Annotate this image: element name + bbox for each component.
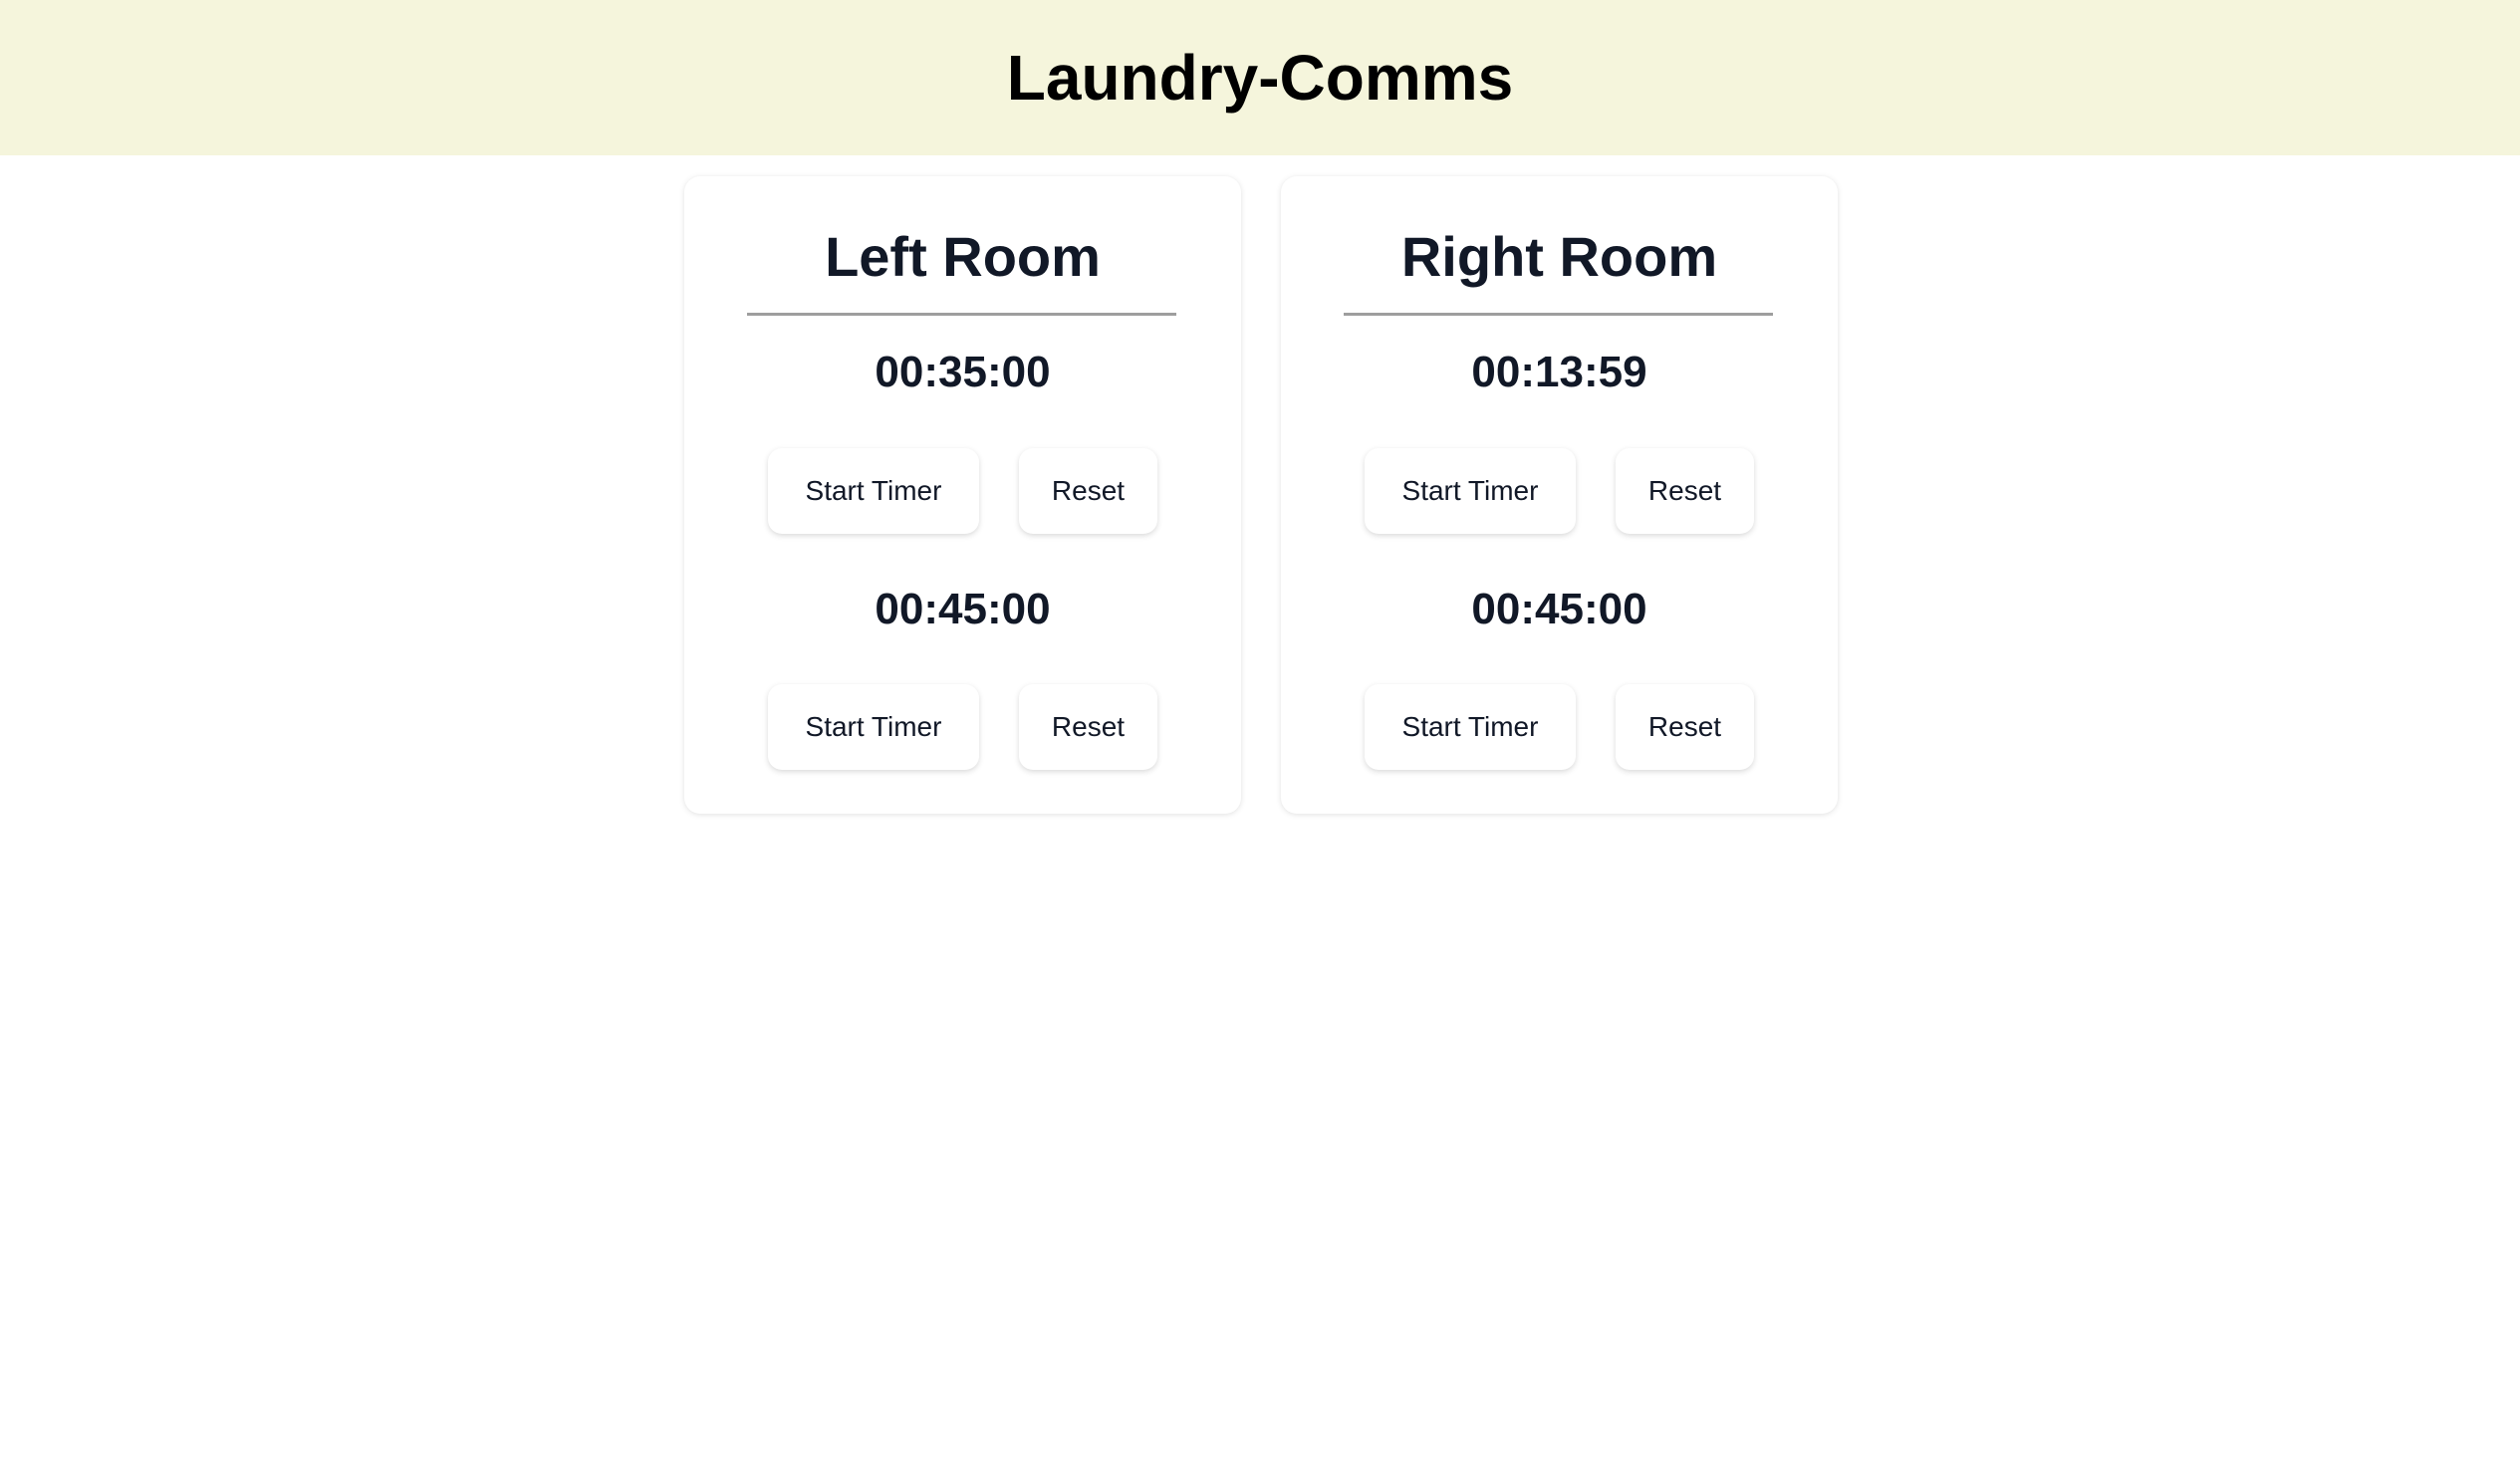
timer-display: 00:45:00 bbox=[875, 585, 1051, 633]
timer-controls: Start Timer Reset bbox=[684, 448, 1241, 534]
app-title: Laundry-Comms bbox=[1006, 42, 1514, 114]
divider bbox=[1344, 313, 1773, 316]
timer-controls: Start Timer Reset bbox=[1281, 684, 1838, 770]
timer-display: 00:13:59 bbox=[1471, 348, 1647, 396]
divider bbox=[747, 313, 1176, 316]
reset-button[interactable]: Reset bbox=[1616, 448, 1754, 534]
app-header: Laundry-Comms bbox=[0, 0, 2520, 155]
timer-controls: Start Timer Reset bbox=[1281, 448, 1838, 534]
right-room-card: Right Room 00:13:59 Start Timer Reset 00… bbox=[1281, 176, 1838, 814]
start-timer-button[interactable]: Start Timer bbox=[1365, 684, 1576, 770]
left-room-card: Left Room 00:35:00 Start Timer Reset 00:… bbox=[684, 176, 1241, 814]
reset-button[interactable]: Reset bbox=[1616, 684, 1754, 770]
timer-display: 00:35:00 bbox=[875, 348, 1051, 396]
room-title: Left Room bbox=[825, 225, 1101, 288]
timer-controls: Start Timer Reset bbox=[684, 684, 1241, 770]
start-timer-button[interactable]: Start Timer bbox=[1365, 448, 1576, 534]
reset-button[interactable]: Reset bbox=[1019, 684, 1157, 770]
reset-button[interactable]: Reset bbox=[1019, 448, 1157, 534]
start-timer-button[interactable]: Start Timer bbox=[768, 448, 979, 534]
timer-display: 00:45:00 bbox=[1471, 585, 1647, 633]
start-timer-button[interactable]: Start Timer bbox=[768, 684, 979, 770]
room-title: Right Room bbox=[1400, 225, 1718, 288]
